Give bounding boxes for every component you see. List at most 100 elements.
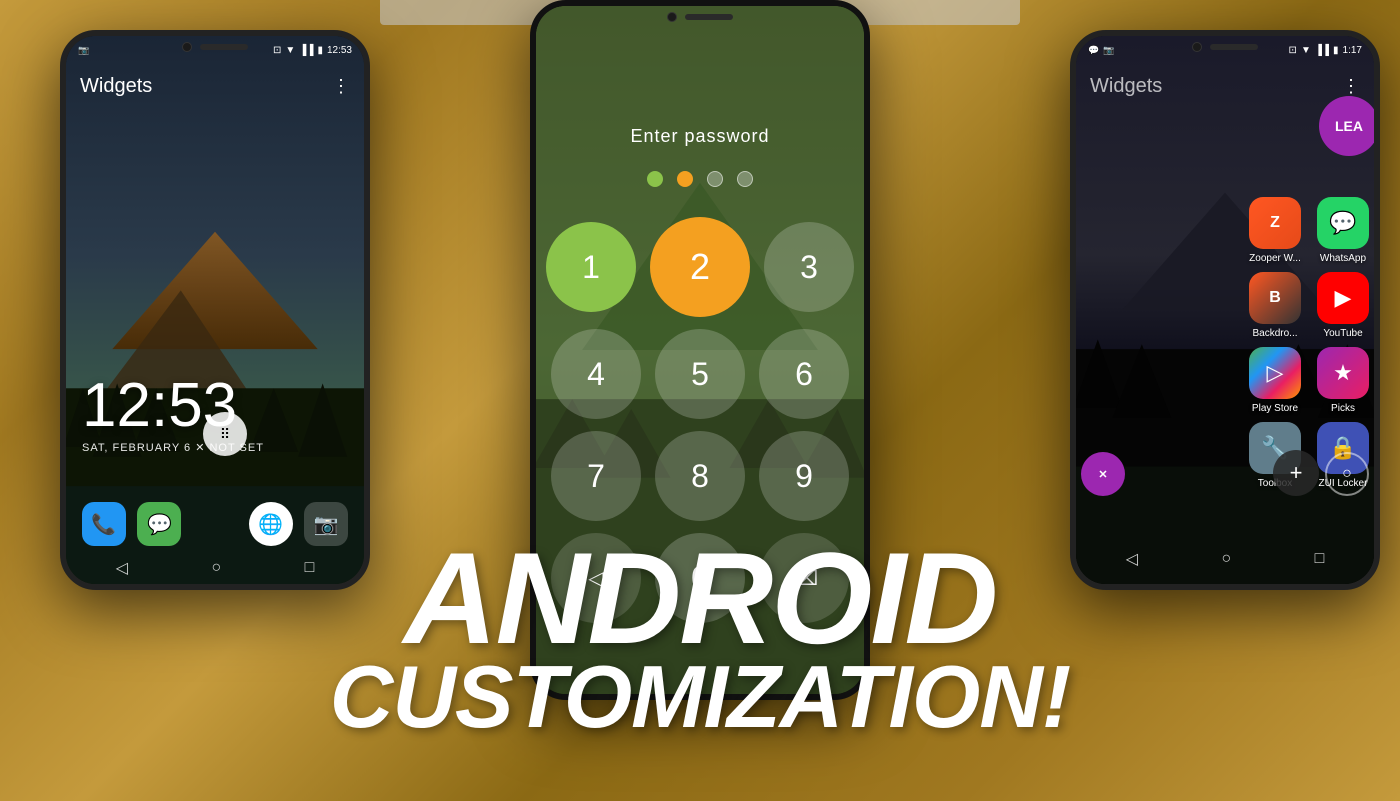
num-9-button[interactable]: 9: [759, 431, 849, 521]
picks-label: Picks: [1331, 403, 1355, 414]
video-icon: 📷: [78, 45, 89, 56]
purple-button-label: ✕: [1098, 468, 1107, 481]
playstore-label: Play Store: [1252, 403, 1298, 414]
left-nav-bar: ◁ ○ □: [66, 550, 364, 584]
numpad-row2: 4 5 6: [551, 329, 849, 419]
dot-2: [677, 171, 693, 187]
back-button[interactable]: ◁: [116, 558, 128, 578]
zooper-label: Zooper W...: [1249, 253, 1301, 264]
zooper-app[interactable]: Z Zooper W...: [1249, 197, 1301, 264]
center-phone-top: [667, 6, 733, 22]
right-status-time: 1:17: [1343, 45, 1362, 56]
left-dock-apps: 📞 💬 ⠿ 🌐 📷: [66, 494, 364, 546]
numpad-row3: 7 8 9: [551, 431, 849, 521]
picks-icon: ★: [1317, 347, 1369, 399]
right-back-button[interactable]: ◁: [1126, 549, 1138, 569]
whatsapp-label: WhatsApp: [1320, 253, 1366, 264]
dot-1: [647, 171, 663, 187]
right-widgets-bar: Widgets ⋮: [1076, 64, 1374, 108]
backdoor-app[interactable]: B Backdro...: [1249, 272, 1301, 339]
center-camera: [667, 12, 677, 22]
right-video-icon: 📷: [1103, 45, 1114, 56]
num-1-button[interactable]: 1: [546, 222, 636, 312]
right-cast-icon: ⊡: [1289, 45, 1297, 56]
enter-password-label: Enter password: [630, 126, 769, 147]
left-bottom-dock: 📞 💬 ⠿ 🌐 📷 ◁ ○ □: [66, 494, 364, 584]
status-right-icons: ⊡ ▼ ▐▐ ▮ 12:53: [273, 45, 352, 56]
num-4-button[interactable]: 4: [551, 329, 641, 419]
messages-app[interactable]: 💬: [137, 502, 181, 546]
right-home-nav[interactable]: ○: [1221, 550, 1231, 568]
playstore-icon: ▷: [1249, 347, 1301, 399]
purple-button[interactable]: ✕: [1081, 452, 1125, 496]
backdoor-label: Backdro...: [1252, 328, 1297, 339]
left-overflow-menu[interactable]: ⋮: [332, 76, 350, 97]
back-arrow-icon: ◁: [588, 566, 603, 591]
right-home-icon: ○: [1342, 465, 1352, 483]
lea-badge: LEA: [1319, 96, 1374, 156]
chrome-app[interactable]: 🌐: [249, 502, 293, 546]
dot-4: [737, 171, 753, 187]
numpad-row4: ◁ 0 ⌫: [551, 533, 849, 623]
right-home-button[interactable]: ○: [1325, 452, 1369, 496]
status-left-icons: 📷: [78, 45, 89, 56]
delete-icon: ⌫: [790, 566, 818, 591]
cast-icon: ⊡: [273, 45, 281, 56]
messages-icon: 💬: [147, 512, 172, 537]
right-nav-bar: ◁ ○ □: [1076, 534, 1374, 584]
num-6-button[interactable]: 6: [759, 329, 849, 419]
phone-right: 💬 📷 ⊡ ▼ ▐▐ ▮ 1:17 Widgets ⋮ LEA: [1070, 30, 1380, 590]
picks-app[interactable]: ★ Picks: [1317, 347, 1369, 414]
numpad-delete[interactable]: ⌫: [759, 533, 849, 623]
youtube-label: YouTube: [1323, 328, 1362, 339]
right-speaker: [1210, 44, 1258, 50]
whatsapp-icon: 💬: [1317, 197, 1369, 249]
left-widgets-bar: Widgets ⋮: [66, 64, 364, 108]
app-row-2: B Backdro... ▶ YouTube: [1249, 272, 1369, 339]
phone-icon: 📞: [91, 512, 116, 537]
phone-center: Enter password 1 2 3 4 5 6: [530, 0, 870, 700]
right-wifi-icon: ▼: [1301, 45, 1311, 56]
playstore-app[interactable]: ▷ Play Store: [1249, 347, 1301, 414]
plus-button[interactable]: +: [1273, 450, 1319, 496]
num-0-button[interactable]: 0: [655, 533, 745, 623]
num-3-button[interactable]: 3: [764, 222, 854, 312]
right-status-right: ⊡ ▼ ▐▐ ▮ 1:17: [1289, 45, 1362, 56]
camera-app[interactable]: 📷: [304, 502, 348, 546]
num-2-button[interactable]: 2: [650, 217, 750, 317]
home-button[interactable]: ○: [211, 559, 221, 577]
numpad-row1: 1 2 3: [546, 217, 854, 317]
chrome-icon: 🌐: [258, 512, 283, 537]
center-speaker: [685, 14, 733, 20]
phone-left: 📷 ⊡ ▼ ▐▐ ▮ 12:53 Widgets ⋮ 12:53 SAT, FE…: [60, 30, 370, 590]
backdoor-icon: B: [1249, 272, 1301, 324]
whatsapp-app[interactable]: 💬 WhatsApp: [1317, 197, 1369, 264]
phone-app[interactable]: 📞: [82, 502, 126, 546]
status-time: 12:53: [327, 45, 352, 56]
right-app-grid: Z Zooper W... 💬 WhatsApp B Backd: [1249, 197, 1369, 489]
num-5-button[interactable]: 5: [655, 329, 745, 419]
dot-3: [707, 171, 723, 187]
right-recents-button[interactable]: □: [1315, 550, 1325, 568]
launcher-dots[interactable]: ⠿: [203, 412, 247, 456]
wifi-icon: ▼: [285, 45, 295, 56]
right-phone-top: [1192, 36, 1258, 52]
zooper-icon: Z: [1249, 197, 1301, 249]
signal-icon: ▐▐: [299, 45, 313, 56]
password-dots: [647, 171, 753, 187]
youtube-app[interactable]: ▶ YouTube: [1317, 272, 1369, 339]
left-widgets-title: Widgets: [80, 75, 152, 98]
camera: [182, 42, 192, 52]
battery-icon: ▮: [317, 45, 323, 56]
right-battery-icon: ▮: [1333, 45, 1339, 56]
num-8-button[interactable]: 8: [655, 431, 745, 521]
app-row-1: Z Zooper W... 💬 WhatsApp: [1249, 197, 1369, 264]
recents-button[interactable]: □: [305, 559, 315, 577]
youtube-icon: ▶: [1317, 272, 1369, 324]
app-row-3: ▷ Play Store ★ Picks: [1249, 347, 1369, 414]
right-widgets-title: Widgets: [1090, 75, 1162, 98]
lea-label: LEA: [1335, 118, 1363, 134]
right-overflow-menu[interactable]: ⋮: [1342, 76, 1360, 97]
numpad-back[interactable]: ◁: [551, 533, 641, 623]
num-7-button[interactable]: 7: [551, 431, 641, 521]
